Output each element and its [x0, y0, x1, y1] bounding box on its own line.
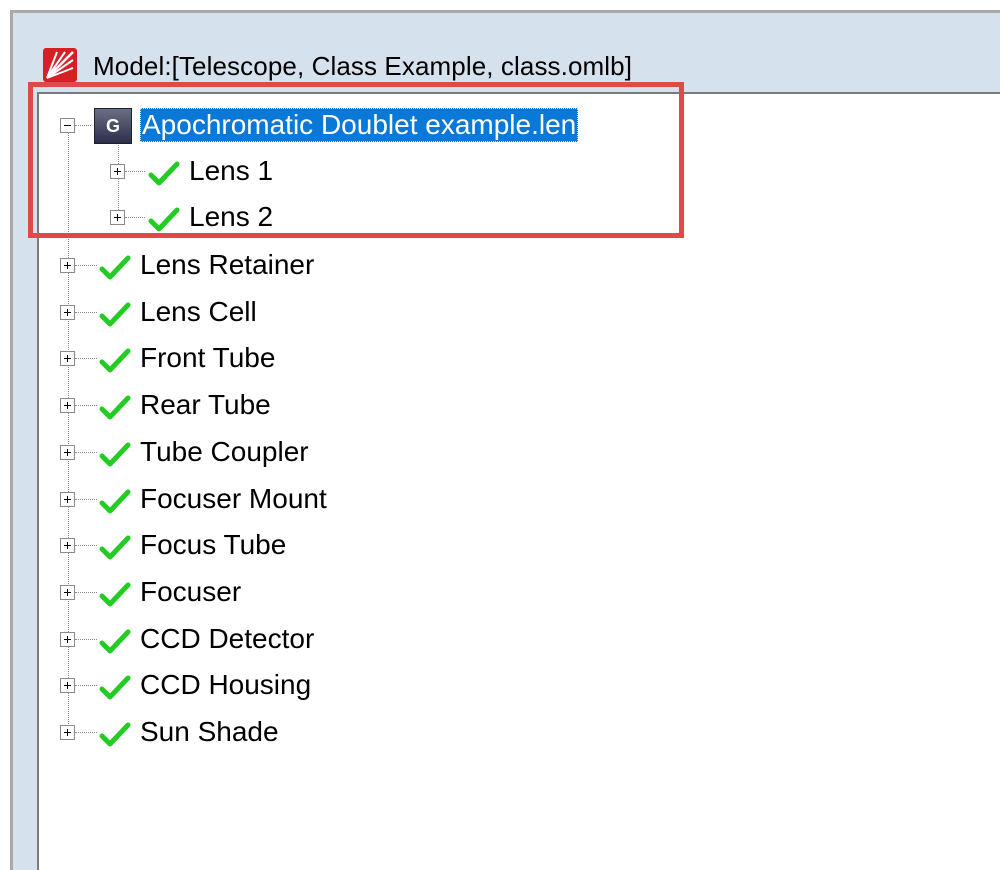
tree-item[interactable]: CCD Detector	[39, 620, 939, 660]
status-check-icon	[99, 255, 131, 280]
tree-root-label[interactable]: Apochromatic Doublet example.len	[140, 108, 579, 142]
tree-connector	[75, 498, 97, 500]
tree-connector	[75, 638, 97, 640]
tree-item-label[interactable]: Focuser	[140, 575, 241, 609]
expand-toggle[interactable]	[110, 164, 125, 179]
status-check-icon	[99, 722, 131, 747]
expand-toggle[interactable]	[60, 351, 75, 367]
window-title: Model:[Telescope, Class Example, class.o…	[93, 51, 633, 81]
tree-connector	[75, 311, 97, 313]
group-g-icon: G	[94, 108, 132, 144]
tree-item-label[interactable]: Focuser Mount	[140, 482, 327, 516]
tree-item[interactable]: Focuser Mount	[39, 480, 939, 520]
tree-item-label[interactable]: CCD Detector	[140, 622, 314, 656]
expand-toggle[interactable]	[60, 678, 75, 694]
expand-toggle[interactable]	[60, 304, 75, 320]
left-margin	[0, 0, 10, 870]
expand-toggle[interactable]	[60, 725, 75, 740]
tree-item-label[interactable]: Rear Tube	[140, 388, 271, 422]
expand-toggle[interactable]	[60, 631, 75, 647]
tree-connector	[75, 451, 97, 453]
tree-item[interactable]: Front Tube	[39, 339, 939, 379]
status-check-icon	[99, 582, 131, 607]
expand-toggle[interactable]	[60, 491, 75, 507]
tree-item-label[interactable]: Tube Coupler	[140, 435, 309, 469]
tree-connector	[125, 171, 145, 172]
tree-item[interactable]: Lens Cell	[39, 293, 939, 333]
tree-item-label[interactable]: Focus Tube	[140, 528, 286, 562]
status-check-icon	[148, 161, 180, 186]
tree-item[interactable]: Rear Tube	[39, 386, 939, 426]
tree-connector	[75, 545, 97, 547]
status-check-icon	[99, 675, 131, 700]
app-logo-icon	[43, 48, 77, 82]
status-check-icon	[99, 535, 131, 560]
status-check-icon	[99, 395, 131, 420]
tree-item[interactable]: Sun Shade	[39, 713, 939, 753]
tree-item-label[interactable]: CCD Housing	[140, 668, 311, 702]
expand-toggle[interactable]	[60, 444, 75, 460]
tree-item-label[interactable]: Lens Cell	[140, 295, 257, 329]
tree-item[interactable]: Lens Retainer	[39, 246, 939, 286]
expand-toggle[interactable]	[60, 584, 75, 600]
tree-item-label[interactable]: Front Tube	[140, 341, 275, 375]
tree-connector	[75, 358, 97, 360]
tree-item[interactable]: Focuser	[39, 573, 939, 613]
expand-toggle[interactable]	[110, 210, 125, 225]
tree-connector	[125, 217, 145, 218]
collapse-toggle[interactable]	[60, 118, 75, 133]
window-side-strip	[13, 93, 37, 870]
status-check-icon	[99, 489, 131, 513]
expand-toggle[interactable]	[60, 538, 75, 554]
status-check-icon	[99, 629, 131, 654]
status-check-icon	[99, 348, 131, 373]
expand-toggle[interactable]	[60, 258, 75, 273]
model-tree[interactable]: G Apochromatic Doublet example.len Lens 1 L…	[37, 92, 1000, 870]
tree-item[interactable]: CCD Housing	[39, 666, 939, 706]
tree-connector	[75, 591, 97, 593]
expand-toggle[interactable]	[60, 398, 75, 414]
status-check-icon	[148, 207, 180, 232]
tree-item[interactable]: Lens 1	[39, 152, 939, 192]
tree-connector	[75, 732, 97, 733]
tree-item-label[interactable]: Lens 1	[189, 154, 273, 188]
tree-item-label[interactable]: Lens Retainer	[140, 248, 314, 282]
window-titlebar: Model:[Telescope, Class Example, class.o…	[13, 13, 1000, 93]
tree-connector	[75, 405, 97, 407]
tree-item-label[interactable]: Lens 2	[189, 200, 273, 234]
status-check-icon	[99, 302, 131, 327]
tree-item[interactable]: Lens 2	[39, 198, 939, 238]
tree-connector	[75, 265, 97, 266]
tree-item-label[interactable]: Sun Shade	[140, 715, 279, 749]
tree-connector	[75, 125, 91, 126]
status-check-icon	[99, 442, 131, 467]
tree-item[interactable]: Focus Tube	[39, 526, 939, 566]
tree-root-node[interactable]: G Apochromatic Doublet example.len	[39, 106, 939, 146]
tree-connector	[75, 685, 97, 687]
tree-item[interactable]: Tube Coupler	[39, 433, 939, 473]
